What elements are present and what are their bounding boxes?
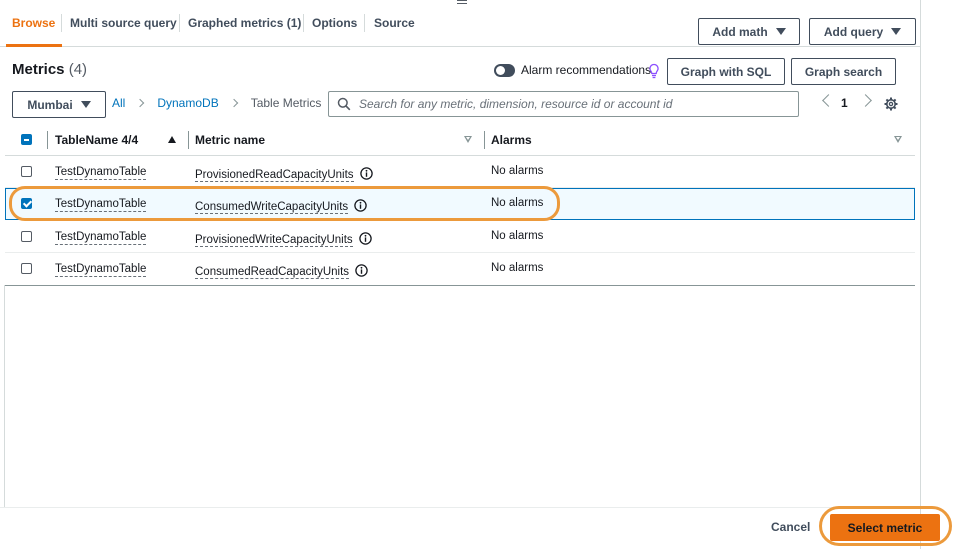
caret-down-icon	[891, 28, 902, 35]
breadcrumb-all[interactable]: All	[112, 96, 125, 110]
chevron-right-icon[interactable]	[859, 94, 872, 107]
add-math-button[interactable]: Add math	[698, 18, 800, 45]
alarm-recommendations-toggle[interactable]	[494, 64, 515, 77]
breadcrumb-table-metrics: Table Metrics	[250, 96, 322, 110]
table-row[interactable]: TestDynamoTable ConsumedReadCapacityUnit…	[5, 253, 915, 285]
caret-down-icon	[80, 101, 91, 108]
select-all-checkbox[interactable]	[21, 134, 32, 145]
row-alarms: No alarms	[491, 197, 544, 209]
row-metric-cell: ProvisionedReadCapacityUnits	[195, 165, 373, 182]
row-table-name[interactable]: TestDynamoTable	[55, 197, 147, 212]
info-icon[interactable]	[359, 167, 373, 180]
info-icon[interactable]	[355, 264, 369, 277]
tab-divider	[179, 14, 180, 32]
row-metric-cell: ConsumedReadCapacityUnits	[195, 262, 369, 279]
gear-icon[interactable]	[884, 97, 898, 111]
info-icon[interactable]	[354, 199, 368, 212]
metric-search-box	[328, 91, 799, 117]
page-number[interactable]: 1	[841, 96, 848, 110]
add-query-label: Add query	[823, 24, 884, 39]
row-alarms: No alarms	[491, 262, 544, 274]
panel-right-border	[920, 0, 921, 549]
bulb-icon	[649, 63, 659, 79]
row-alarms: No alarms	[491, 165, 544, 177]
metrics-title: Metrics	[12, 61, 65, 78]
region-select[interactable]: Mumbai	[12, 91, 106, 118]
row-table-name[interactable]: TestDynamoTable	[55, 230, 147, 245]
header-tablename[interactable]: TableName 4/4	[55, 133, 138, 147]
row-metric-name[interactable]: ProvisionedWriteCapacityUnits	[195, 234, 353, 247]
tab-divider	[303, 14, 304, 32]
graph-with-sql-button[interactable]: Graph with SQL	[667, 58, 785, 85]
search-icon	[337, 97, 351, 111]
tab-divider	[364, 14, 365, 32]
row-checkbox[interactable]	[21, 166, 32, 177]
column-divider	[484, 131, 485, 149]
add-math-label: Add math	[712, 24, 768, 39]
row-alarms: No alarms	[491, 230, 544, 242]
row-metric-cell: ProvisionedWriteCapacityUnits	[195, 230, 372, 247]
table-row[interactable]: TestDynamoTable ProvisionedWriteCapacity…	[5, 221, 915, 253]
cancel-button[interactable]: Cancel	[771, 520, 810, 534]
table-row-selected[interactable]: TestDynamoTable ConsumedWriteCapacityUni…	[5, 188, 915, 220]
row-metric-name[interactable]: ConsumedWriteCapacityUnits	[195, 201, 349, 214]
row-table-name[interactable]: TestDynamoTable	[55, 262, 147, 277]
info-icon[interactable]	[359, 232, 372, 245]
breadcrumb: All DynamoDB Table Metrics	[112, 96, 321, 110]
tab-divider	[61, 14, 62, 32]
graph-search-button[interactable]: Graph search	[791, 58, 896, 85]
sort-icon[interactable]	[894, 136, 902, 143]
row-checkbox[interactable]	[21, 263, 32, 274]
header-alarms[interactable]: Alarms	[491, 133, 532, 147]
metrics-heading: Metrics (4)	[12, 61, 87, 78]
sort-icon[interactable]	[464, 136, 472, 143]
tab-source[interactable]: Source	[374, 10, 415, 36]
tab-browse[interactable]: Browse	[12, 10, 55, 36]
row-metric-name[interactable]: ConsumedReadCapacityUnits	[195, 266, 350, 279]
column-divider	[47, 131, 48, 149]
column-divider	[188, 131, 189, 149]
tab-options[interactable]: Options	[312, 10, 357, 36]
row-metric-name[interactable]: ProvisionedReadCapacityUnits	[195, 169, 354, 182]
breadcrumb-dynamodb[interactable]: DynamoDB	[157, 96, 218, 110]
chevron-right-icon	[136, 98, 145, 108]
tab-multi-source-query[interactable]: Multi source query	[70, 10, 177, 36]
table-header: TableName 4/4 Metric name Alarms	[5, 124, 915, 156]
row-metric-cell: ConsumedWriteCapacityUnits	[195, 197, 368, 214]
row-checkbox[interactable]	[21, 231, 32, 242]
chevron-left-icon[interactable]	[822, 94, 835, 107]
table-bottom-border	[5, 285, 915, 286]
chevron-right-icon	[229, 98, 238, 108]
row-table-name[interactable]: TestDynamoTable	[55, 165, 147, 180]
table-row[interactable]: TestDynamoTable ProvisionedReadCapacityU…	[5, 156, 915, 188]
metrics-count: (4)	[68, 61, 88, 78]
add-query-button[interactable]: Add query	[809, 18, 916, 45]
panel-left-border	[4, 285, 5, 507]
row-checkbox[interactable]	[21, 198, 32, 209]
active-tab-indicator	[6, 44, 62, 47]
alarm-recommendations-label: Alarm recommendations	[521, 63, 652, 77]
caret-down-icon	[775, 28, 786, 35]
select-metric-button[interactable]: Select metric	[830, 514, 940, 541]
region-value: Mumbai	[27, 97, 73, 112]
footer-divider	[0, 507, 920, 508]
header-metric-name[interactable]: Metric name	[195, 133, 265, 147]
search-input[interactable]	[357, 96, 787, 112]
tab-graphed-metrics[interactable]: Graphed metrics (1)	[188, 10, 301, 36]
sort-ascending-icon[interactable]	[168, 136, 176, 143]
